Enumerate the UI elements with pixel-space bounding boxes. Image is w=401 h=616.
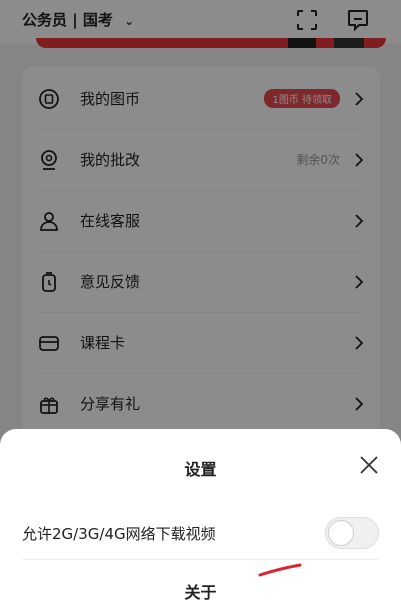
sheet-title: 设置 (184, 460, 217, 479)
mobile-download-toggle[interactable] (325, 517, 379, 549)
close-icon[interactable] (359, 455, 379, 475)
red-annotation-stroke (258, 563, 302, 577)
settings-sheet: 设置 允许2G/3G/4G网络下载视频 关于 (0, 429, 401, 616)
about-link[interactable]: 关于 (0, 579, 401, 603)
mobile-download-setting: 允许2G/3G/4G网络下载视频 (22, 507, 379, 560)
toggle-knob (328, 520, 354, 546)
mobile-download-label: 允许2G/3G/4G网络下载视频 (22, 524, 216, 543)
